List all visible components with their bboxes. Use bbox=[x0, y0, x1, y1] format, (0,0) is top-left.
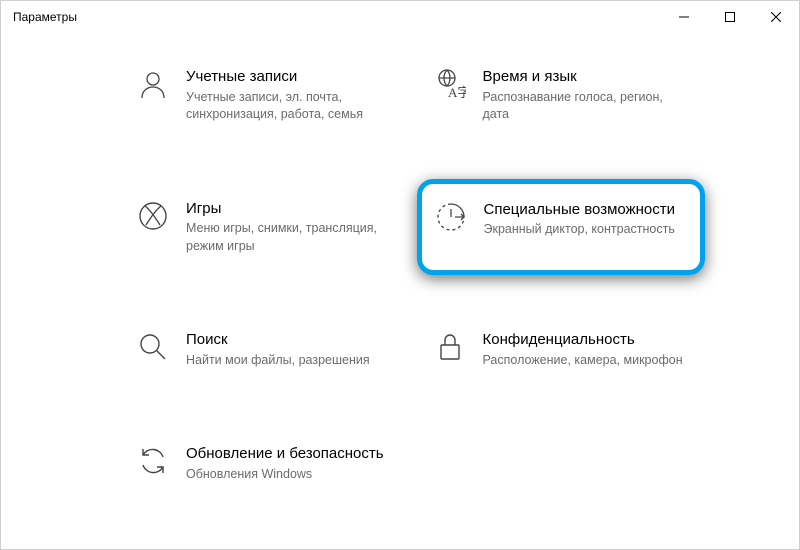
tile-desc: Обновления Windows bbox=[186, 466, 393, 484]
tile-text: Время и язык Распознавание голоса, регио… bbox=[483, 67, 690, 124]
maximize-button[interactable] bbox=[707, 1, 753, 33]
tile-text: Конфиденциальность Расположение, камера,… bbox=[483, 330, 690, 369]
tile-text: Обновление и безопасность Обновления Win… bbox=[186, 444, 393, 483]
window-controls bbox=[661, 1, 799, 33]
tile-text: Поиск Найти мои файлы, разрешения bbox=[186, 330, 393, 369]
tile-time-language[interactable]: A字 Время и язык Распознавание голоса, ре… bbox=[423, 57, 700, 134]
svg-text:A字: A字 bbox=[448, 85, 466, 100]
tile-gaming[interactable]: Игры Меню игры, снимки, трансляция, режи… bbox=[126, 189, 403, 266]
tile-title: Специальные возможности bbox=[484, 200, 689, 220]
tile-accounts[interactable]: Учетные записи Учетные записи, эл. почта… bbox=[126, 57, 403, 134]
tile-desc: Расположение, камера, микрофон bbox=[483, 352, 690, 370]
close-button[interactable] bbox=[753, 1, 799, 33]
tile-title: Время и язык bbox=[483, 67, 690, 87]
person-icon bbox=[136, 67, 170, 101]
tile-search[interactable]: Поиск Найти мои файлы, разрешения bbox=[126, 320, 403, 379]
tile-update-security[interactable]: Обновление и безопасность Обновления Win… bbox=[126, 434, 403, 493]
ease-of-access-icon bbox=[434, 200, 468, 234]
xbox-icon bbox=[136, 199, 170, 233]
tile-title: Игры bbox=[186, 199, 393, 219]
tile-title: Конфиденциальность bbox=[483, 330, 690, 350]
tile-title: Учетные записи bbox=[186, 67, 393, 87]
tile-title: Поиск bbox=[186, 330, 393, 350]
tile-desc: Учетные записи, эл. почта, синхронизация… bbox=[186, 89, 393, 124]
tile-title: Обновление и безопасность bbox=[186, 444, 393, 464]
lock-icon bbox=[433, 330, 467, 364]
globe-letter-icon: A字 bbox=[433, 67, 467, 101]
tile-text: Учетные записи Учетные записи, эл. почта… bbox=[186, 67, 393, 124]
window-title: Параметры bbox=[13, 10, 77, 24]
titlebar: Параметры bbox=[1, 1, 799, 33]
minimize-button[interactable] bbox=[661, 1, 707, 33]
settings-content: Учетные записи Учетные записи, эл. почта… bbox=[1, 33, 799, 517]
tile-text: Игры Меню игры, снимки, трансляция, режи… bbox=[186, 199, 393, 256]
search-icon bbox=[136, 330, 170, 364]
tile-ease-of-access[interactable]: Специальные возможности Экранный диктор,… bbox=[417, 179, 706, 276]
tile-desc: Меню игры, снимки, трансляция, режим игр… bbox=[186, 220, 393, 255]
tile-privacy[interactable]: Конфиденциальность Расположение, камера,… bbox=[423, 320, 700, 379]
tile-text: Специальные возможности Экранный диктор,… bbox=[484, 200, 689, 239]
tile-desc: Найти мои файлы, разрешения bbox=[186, 352, 393, 370]
tile-desc: Экранный диктор, контрастность bbox=[484, 221, 689, 239]
sync-icon bbox=[136, 444, 170, 478]
tile-desc: Распознавание голоса, регион, дата bbox=[483, 89, 690, 124]
settings-grid: Учетные записи Учетные записи, эл. почта… bbox=[126, 57, 699, 493]
